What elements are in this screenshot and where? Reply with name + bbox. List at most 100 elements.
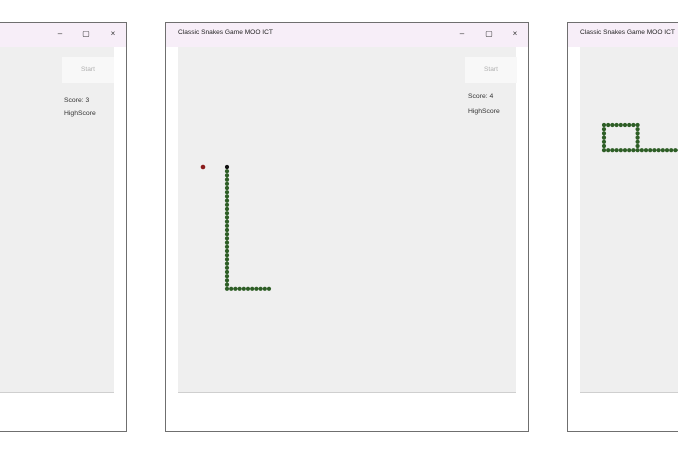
snake-segment — [635, 143, 640, 149]
snake-segment — [643, 148, 649, 153]
snake-segment — [224, 286, 230, 291]
snake-board — [601, 122, 678, 153]
snake-segment — [224, 173, 230, 178]
snake-segment — [635, 127, 640, 132]
snake-segment — [635, 122, 640, 128]
snake-segment — [233, 286, 238, 291]
minimize-button[interactable]: – — [455, 29, 469, 39]
snake-segment — [652, 148, 657, 153]
snake-segment — [224, 257, 230, 262]
game-window-right: Classic Snakes Game MOO ICT — [567, 22, 678, 432]
game-board: Start Score: 3 HighScore — [0, 47, 114, 393]
highscore-label: HighScore — [468, 108, 500, 115]
title-bar: – ▢ × — [0, 23, 126, 47]
snake-segment — [639, 148, 644, 153]
snake-segment — [610, 148, 615, 153]
snake-segment — [250, 286, 255, 291]
snake-segment — [614, 122, 619, 128]
snake-segment — [601, 122, 607, 128]
snake-segment — [669, 148, 674, 153]
snake-segment — [224, 219, 230, 224]
title-bar: Classic Snakes Game MOO ICT — [568, 23, 678, 47]
title-bar: Classic Snakes Game MOO ICT – ▢ × — [166, 23, 528, 47]
snake-segment — [610, 122, 615, 128]
snake-segment — [224, 232, 230, 237]
snake-segment — [237, 286, 242, 291]
snake-segment — [601, 148, 607, 153]
snake-segment — [224, 244, 230, 249]
snake-segment — [614, 148, 619, 153]
game-window-middle: Classic Snakes Game MOO ICT – ▢ × Start … — [165, 22, 529, 432]
snake-segment — [224, 253, 230, 258]
snake-segment — [224, 206, 230, 212]
game-board: Start Score: 4 HighScore — [178, 47, 517, 393]
snake-segment — [258, 286, 263, 291]
snake-segment — [627, 148, 632, 153]
snake-segment — [224, 198, 230, 203]
snake-segment — [601, 135, 607, 140]
game-window-left: – ▢ × Start Score: 3 HighScore — [0, 22, 127, 432]
snake-segment — [627, 122, 632, 128]
snake-segment — [224, 265, 230, 270]
start-button[interactable]: Start — [62, 57, 114, 83]
minimize-button[interactable]: – — [53, 29, 67, 39]
snake-segment — [635, 131, 640, 136]
maximize-button[interactable]: ▢ — [79, 29, 93, 39]
highscore-label: HighScore — [64, 110, 96, 117]
snake-segment — [241, 286, 246, 291]
snake-segment — [224, 227, 230, 233]
snake-segment — [606, 148, 611, 153]
snake-segment — [224, 236, 230, 241]
snake-segment — [622, 148, 628, 153]
score-label: Score: 4 — [468, 93, 494, 100]
snake-segment — [224, 278, 230, 283]
snake-segment — [224, 215, 230, 220]
maximize-button[interactable]: ▢ — [482, 29, 496, 39]
snake-segment — [618, 148, 623, 153]
snake-segment — [224, 177, 230, 182]
snake-segment — [635, 135, 640, 140]
snake-segment — [262, 286, 267, 291]
window-title: Classic Snakes Game MOO ICT — [580, 29, 675, 36]
snake-segment — [254, 286, 259, 291]
snake-segment — [224, 261, 230, 266]
snake-segment — [245, 286, 251, 291]
snake-segment — [601, 143, 607, 149]
snake-segment — [224, 269, 230, 275]
snake-segment — [673, 148, 678, 153]
snake-segment — [224, 202, 230, 207]
snake-segment — [224, 274, 230, 279]
snake-segment — [664, 148, 670, 153]
snake-segment — [660, 148, 665, 153]
snake-segment — [601, 127, 607, 132]
game-board — [580, 47, 678, 393]
snake-segment — [224, 194, 230, 199]
snake-segment — [224, 211, 230, 216]
snake-segment — [224, 181, 230, 186]
start-button[interactable]: Start — [465, 57, 517, 83]
snake-segment — [635, 139, 640, 144]
snake-segment — [224, 185, 230, 191]
snake-segment — [224, 169, 230, 174]
snake-segment — [618, 122, 623, 128]
close-button[interactable]: × — [508, 29, 522, 39]
snake-segment — [229, 286, 234, 291]
snake-segment — [622, 122, 628, 128]
score-label: Score: 3 — [64, 97, 90, 104]
close-button[interactable]: × — [106, 29, 120, 39]
snake-segment — [224, 240, 230, 245]
snake-segment — [224, 248, 230, 254]
snake-segment — [601, 131, 607, 136]
snake-segment — [631, 122, 636, 128]
window-title: Classic Snakes Game MOO ICT — [178, 29, 273, 36]
snake-head — [224, 164, 230, 170]
snake-segment — [648, 148, 653, 153]
snake-segment — [224, 282, 230, 287]
snake-segment — [635, 148, 640, 153]
food-pellet — [200, 164, 206, 170]
snake-segment — [224, 190, 230, 195]
snake-segment — [224, 223, 230, 228]
snake-board — [200, 164, 272, 291]
snake-segment — [631, 148, 636, 153]
snake-segment — [656, 148, 661, 153]
